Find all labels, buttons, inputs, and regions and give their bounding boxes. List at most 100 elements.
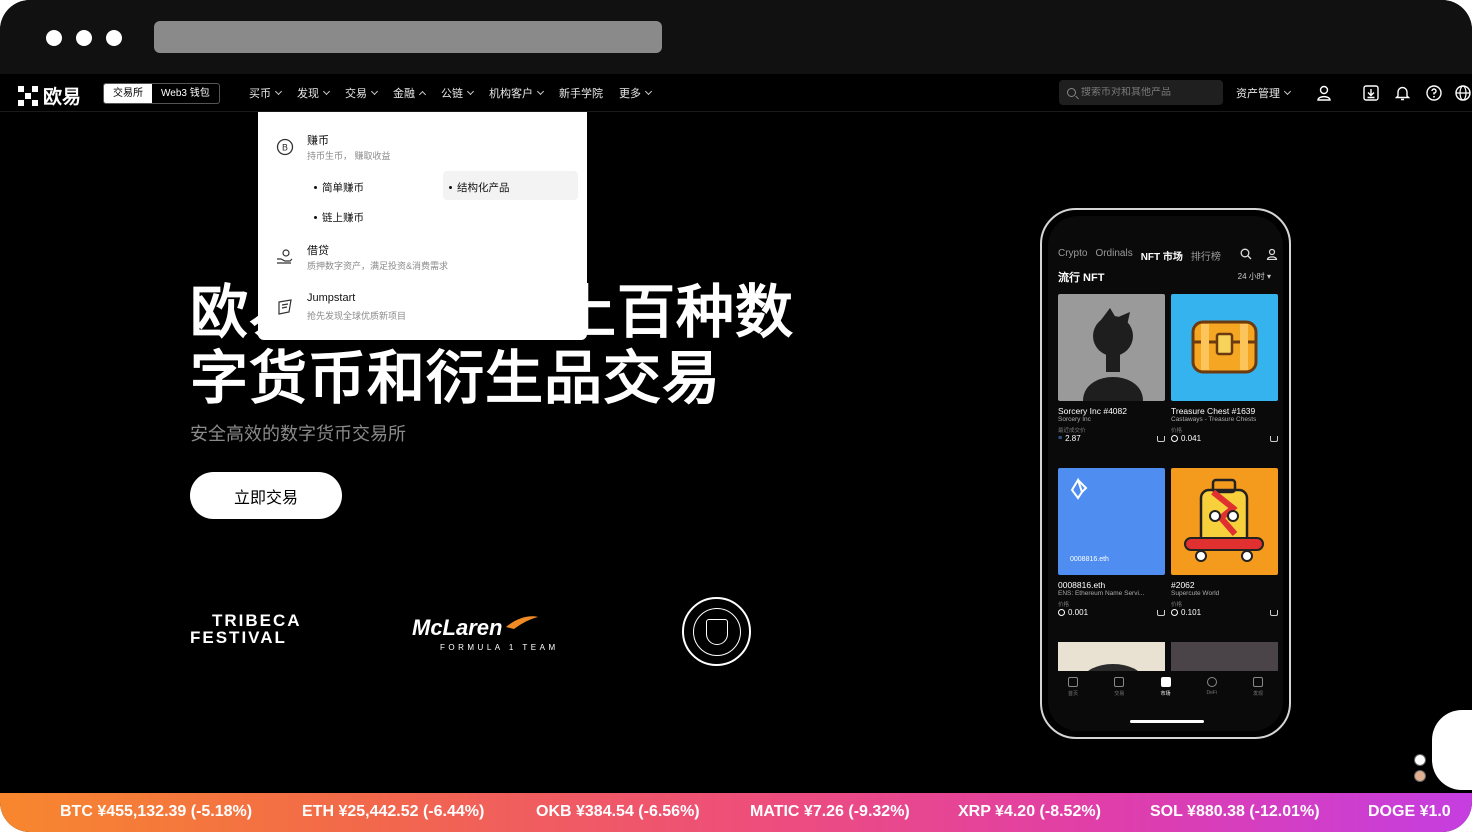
ticker-item-xrp[interactable]: XRP ¥4.20 (-8.52%) (958, 803, 1101, 821)
phone-nav-discover: 发现 (1243, 677, 1273, 697)
phone-mockup: Crypto Ordinals NFT 市场 排行榜 流行 NFT 24 小时 … (1040, 208, 1291, 739)
menu-more[interactable]: 更多 (619, 85, 653, 101)
ticker-item-btc[interactable]: BTC ¥455,132.39 (-5.18%) (60, 803, 252, 821)
dropdown-earn-subtitle: 持币生币， 赚取收益 (307, 151, 391, 161)
finance-dropdown: B 赚币 持币生币， 赚取收益 简单赚币 结构化产品 链上赚币 借贷 质押数字资… (258, 112, 587, 340)
chevron-down-icon (370, 87, 379, 96)
phone-heading: 流行 NFT (1058, 272, 1105, 284)
bell-icon[interactable] (1393, 84, 1411, 102)
globe-icon[interactable] (1414, 754, 1426, 766)
mascot-icon[interactable] (1414, 770, 1426, 782)
dropdown-jumpstart-title[interactable]: Jumpstart (307, 292, 355, 304)
ticker-item-eth[interactable]: ETH ¥25,442.52 (-6.44%) (302, 803, 484, 821)
dropdown-link-simple-earn[interactable]: 简单赚币 (314, 180, 364, 195)
shield-icon (705, 618, 728, 645)
manchester-city-logo (682, 597, 751, 666)
menu-trade[interactable]: 交易 (345, 85, 379, 101)
phone-nav-trade: 交易 (1104, 677, 1134, 697)
nft-card: Treasure Chest #1639 Castaways - Treasur… (1171, 294, 1278, 443)
bitcoin-coin-icon: B (276, 138, 294, 156)
rocket-icon (278, 299, 292, 315)
phone-range: 24 小时 ▾ (1237, 272, 1271, 281)
phone-tab-nft-market: NFT 市场 (1140, 252, 1183, 263)
platform-switch: 交易所 Web3 钱包 (103, 83, 220, 104)
trade-now-button[interactable]: 立即交易 (190, 472, 342, 519)
top-nav: 欧易 交易所 Web3 钱包 买币 发现 交易 金融 公链 机构客户 新手学院 … (0, 74, 1472, 112)
menu-learn[interactable]: 新手学院 (559, 85, 603, 101)
phone-tab-ordinals: Ordinals (1095, 248, 1133, 259)
dropdown-link-onchain-earn[interactable]: 链上赚币 (314, 210, 364, 225)
tribeca-festival-logo: TRIBECA FESTIVAL (190, 611, 302, 647)
chevron-down-icon (274, 87, 283, 96)
hand-coin-icon (277, 249, 293, 264)
phone-tab-crypto: Crypto (1058, 248, 1088, 259)
phone-nav-defi: DeFi (1197, 677, 1227, 697)
address-bar[interactable] (154, 21, 662, 53)
okx-logo[interactable]: 欧易 (18, 82, 81, 109)
dropdown-loan-title[interactable]: 借贷 (307, 242, 329, 258)
nft-card: 0008816.eth 0008816.eth ENS: Ethereum Na… (1058, 468, 1165, 617)
ticker-item-sol[interactable]: SOL ¥880.38 (-12.01%) (1150, 803, 1320, 821)
menu-chain[interactable]: 公链 (441, 85, 475, 101)
svg-text:B: B (282, 144, 288, 154)
phone-tabs: Crypto Ordinals NFT 市场 排行榜 (1058, 248, 1221, 263)
nft-image-supercute (1171, 468, 1278, 575)
cart-icon (1270, 436, 1278, 442)
search-input[interactable] (1081, 87, 1221, 98)
search-icon (1067, 88, 1076, 97)
segment-web3-wallet[interactable]: Web3 钱包 (152, 84, 219, 103)
dropdown-loan-subtitle: 质押数字资产，满足投资&消费需求 (307, 261, 449, 271)
phone-tab-ranking: 排行榜 (1190, 252, 1221, 263)
hero-subtitle: 安全高效的数字货币交易所 (190, 424, 406, 444)
help-icon[interactable] (1425, 84, 1443, 102)
phone-nav-market: 市场 (1151, 677, 1181, 697)
nft-card: #2062 Supercute World 价格 0.101 (1171, 468, 1278, 617)
window-maximize-dot[interactable] (106, 30, 122, 46)
chevron-down-icon (322, 87, 331, 96)
user-icon (1266, 248, 1278, 260)
cart-icon (1157, 610, 1165, 616)
nft-image-sorcery (1058, 294, 1165, 401)
window-minimize-dot[interactable] (76, 30, 92, 46)
browser-window: 欧易 交易所 Web3 钱包 买币 发现 交易 金融 公链 机构客户 新手学院 … (0, 0, 1472, 832)
chevron-down-icon (536, 87, 545, 96)
main-menu: 买币 发现 交易 金融 公链 机构客户 新手学院 更多 (249, 74, 667, 112)
dropdown-link-structured-products[interactable]: 结构化产品 (449, 180, 510, 195)
dropdown-jumpstart-subtitle: 抢先发现全球优质新项目 (307, 311, 407, 321)
ticker-item-doge[interactable]: DOGE ¥1.0 (1368, 803, 1451, 821)
phone-bottom-nav: 首页 交易 市场 DeFi 发现 (1048, 671, 1283, 731)
price-ticker: BTC ¥455,132.39 (-5.18%) ETH ¥25,442.52 … (0, 793, 1472, 832)
download-icon[interactable] (1362, 84, 1380, 102)
okx-logo-icon (18, 85, 38, 106)
cart-icon (1157, 436, 1165, 442)
asset-management-menu[interactable]: 资产管理 (1236, 74, 1292, 112)
support-widget[interactable] (1432, 710, 1472, 790)
chevron-down-icon (644, 87, 653, 96)
menu-buy-crypto[interactable]: 买币 (249, 85, 283, 101)
ticker-item-okb[interactable]: OKB ¥384.54 (-6.56%) (536, 803, 700, 821)
menu-finance[interactable]: 金融 (393, 85, 427, 101)
user-icon[interactable] (1315, 84, 1333, 102)
home-indicator (1130, 720, 1204, 723)
cart-icon (1270, 610, 1278, 616)
dropdown-earn-title[interactable]: 赚币 (307, 132, 329, 148)
segment-exchange[interactable]: 交易所 (104, 84, 152, 103)
search-icon (1240, 248, 1252, 260)
search-box[interactable] (1059, 80, 1223, 105)
chevron-down-icon (466, 87, 475, 96)
logo-text: 欧易 (43, 87, 82, 108)
window-close-dot[interactable] (46, 30, 62, 46)
nft-image-treasure-chest (1171, 294, 1278, 401)
mclaren-swoosh-icon (506, 616, 539, 629)
menu-discover[interactable]: 发现 (297, 85, 331, 101)
nft-image-ens: 0008816.eth (1058, 468, 1165, 575)
chevron-down-icon (1283, 87, 1292, 96)
chevron-up-icon (418, 90, 427, 98)
globe-icon[interactable] (1454, 84, 1472, 102)
menu-institutional[interactable]: 机构客户 (489, 85, 545, 101)
browser-chrome (0, 0, 1472, 74)
phone-nav-home: 首页 (1058, 677, 1088, 697)
nft-card: Sorcery Inc #4082 Sorcery Inc 最近成交价 ≡ 2.8… (1058, 294, 1165, 443)
ticker-item-matic[interactable]: MATIC ¥7.26 (-9.32%) (750, 803, 910, 821)
mclaren-logo: McLaren FORMULA 1 TEAM (412, 615, 559, 652)
